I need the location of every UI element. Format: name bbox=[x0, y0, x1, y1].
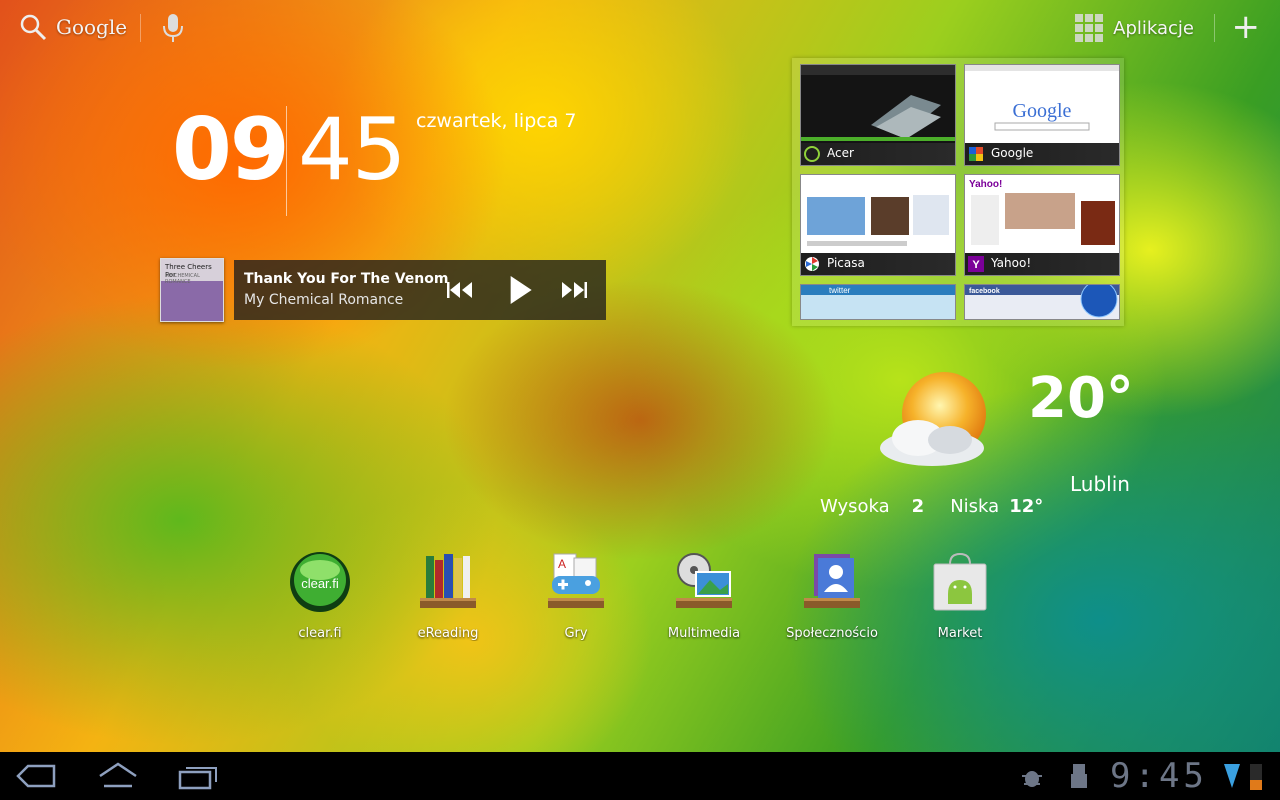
clock-minutes: 45 bbox=[298, 100, 406, 200]
google-search-widget[interactable]: Google bbox=[18, 12, 127, 42]
divider bbox=[140, 14, 141, 42]
games-icon: A bbox=[548, 553, 604, 608]
bookmark-acer[interactable]: Acer bbox=[800, 64, 956, 166]
market-icon bbox=[933, 552, 987, 611]
social-icon bbox=[804, 554, 860, 608]
app-label: Gry bbox=[564, 626, 588, 641]
system-bar: 9:45 bbox=[0, 752, 1280, 800]
previous-track-icon[interactable] bbox=[446, 276, 476, 304]
usb-icon[interactable] bbox=[1070, 762, 1088, 790]
album-art[interactable]: Three Cheers For MY CHEMICAL ROMANCE bbox=[160, 258, 224, 322]
signal-icon bbox=[1224, 764, 1240, 788]
svg-text:clear.fi: clear.fi bbox=[301, 576, 339, 591]
bookmark-twitter[interactable]: twitter bbox=[800, 284, 956, 320]
album-art-subtitle: MY CHEMICAL ROMANCE bbox=[165, 273, 200, 285]
bookmark-yahoo[interactable]: Yahoo! Y Yahoo! bbox=[964, 174, 1120, 276]
debug-icon[interactable] bbox=[1020, 766, 1044, 788]
app-multimedia[interactable]: Multimedia bbox=[654, 550, 754, 641]
yahoo-logo: Yahoo! bbox=[969, 179, 1002, 190]
partly-cloudy-icon bbox=[880, 372, 986, 466]
next-track-icon[interactable] bbox=[558, 276, 588, 304]
weather-city: Lublin bbox=[1070, 472, 1130, 496]
apps-label: Aplikacje bbox=[1113, 17, 1194, 39]
search-icon bbox=[20, 14, 47, 41]
app-clearfi[interactable]: clear.fi clear.fi bbox=[270, 550, 370, 641]
svg-text:Y: Y bbox=[972, 259, 980, 271]
bookmark-google[interactable]: Google Google bbox=[964, 64, 1120, 166]
books-icon bbox=[420, 554, 476, 608]
battery-icon bbox=[1250, 764, 1262, 790]
add-widget-button[interactable]: + bbox=[1232, 10, 1261, 44]
picasa-icon bbox=[805, 257, 819, 271]
low-value: 12° bbox=[1009, 496, 1044, 517]
yahoo-icon: Y bbox=[968, 256, 984, 272]
low-label: Niska bbox=[950, 496, 1000, 517]
music-widget: Three Cheers For MY CHEMICAL ROMANCE Tha… bbox=[160, 258, 606, 322]
multimedia-icon bbox=[676, 553, 732, 608]
bookmark-facebook[interactable]: facebook bbox=[964, 284, 1120, 320]
top-bar: Google Aplikacje + bbox=[0, 0, 1280, 56]
music-panel: Thank You For The Venom My Chemical Roma… bbox=[234, 260, 606, 320]
twitter-logo: twitter bbox=[829, 286, 851, 295]
svg-text:A: A bbox=[558, 557, 566, 571]
play-icon[interactable] bbox=[508, 276, 532, 304]
apps-button[interactable]: Aplikacje bbox=[1075, 14, 1194, 42]
app-label: eReading bbox=[417, 626, 479, 641]
bookmark-label: Acer bbox=[827, 146, 854, 160]
app-market[interactable]: Market bbox=[910, 550, 1010, 641]
weather-widget[interactable]: 20° Lublin Wysoka 2 Niska 12° bbox=[820, 360, 1140, 530]
status-time[interactable]: 9:45 bbox=[1110, 756, 1208, 796]
app-label: Multimedia bbox=[667, 626, 741, 641]
bookmarks-widget: Acer Google Google Picasa Yahoo! Y Yahoo… bbox=[792, 58, 1124, 326]
high-value: 2 bbox=[911, 496, 925, 517]
song-title: Thank You For The Venom bbox=[244, 271, 449, 287]
high-label: Wysoka bbox=[820, 496, 890, 517]
search-label: Google bbox=[56, 15, 128, 39]
clock-hours: 09 bbox=[172, 100, 290, 200]
bookmark-picasa[interactable]: Picasa bbox=[800, 174, 956, 276]
app-games[interactable]: A Gry bbox=[526, 550, 626, 641]
high-low: Wysoka 2 Niska 12° bbox=[820, 496, 1069, 517]
clearfi-icon: clear.fi bbox=[290, 552, 350, 612]
app-label: clear.fi bbox=[298, 626, 342, 641]
apps-grid-icon bbox=[1075, 14, 1104, 42]
app-shortcuts: clear.fi clear.fi eReading A Gry Multime… bbox=[280, 550, 1020, 650]
app-label: Społecznościo bbox=[786, 626, 878, 641]
back-icon[interactable] bbox=[16, 762, 56, 790]
clock-date: czwartek, lipca 7 bbox=[416, 110, 577, 132]
facebook-thumbnail: facebook bbox=[965, 285, 1119, 319]
temperature: 20° bbox=[1028, 366, 1134, 431]
bookmark-label: Yahoo! bbox=[991, 256, 1032, 270]
recent-apps-icon[interactable] bbox=[178, 762, 218, 790]
app-label: Market bbox=[937, 626, 983, 641]
bookmark-label: Google bbox=[991, 146, 1034, 160]
clock-divider bbox=[286, 106, 287, 216]
acer-icon bbox=[804, 146, 820, 162]
microphone-icon[interactable] bbox=[160, 12, 186, 44]
divider bbox=[1214, 14, 1215, 42]
app-social[interactable]: Społecznościo bbox=[782, 550, 882, 641]
google-icon bbox=[969, 147, 983, 161]
twitter-thumbnail: twitter bbox=[801, 285, 955, 319]
home-icon[interactable] bbox=[98, 762, 138, 790]
artist-name: My Chemical Romance bbox=[244, 292, 404, 308]
facebook-logo: facebook bbox=[969, 288, 1000, 295]
app-ereading[interactable]: eReading bbox=[398, 550, 498, 641]
bookmark-label: Picasa bbox=[827, 256, 865, 270]
google-logo: Google bbox=[1013, 100, 1072, 122]
